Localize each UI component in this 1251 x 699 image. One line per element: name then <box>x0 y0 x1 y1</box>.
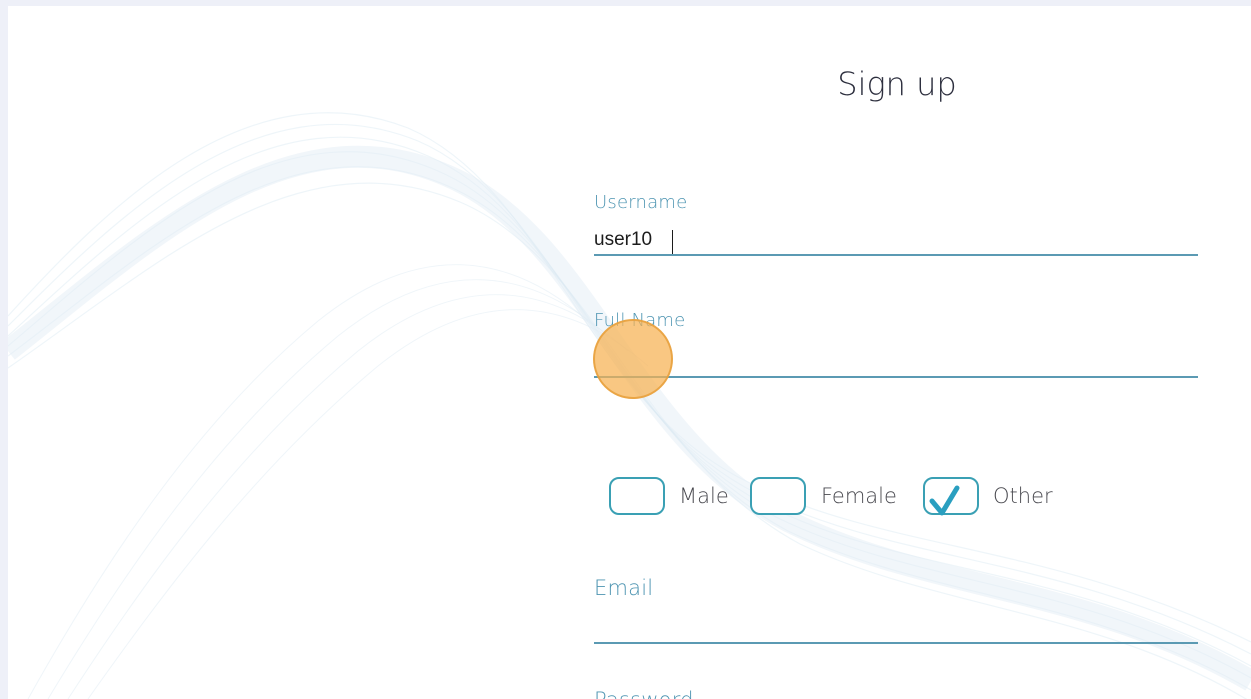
full-name-label: Full Name <box>594 310 686 331</box>
full-name-field: Full Name <box>594 310 1198 382</box>
signup-page: Sign up Username Full Name Male Female O… <box>8 6 1251 699</box>
checkmark-icon <box>929 485 960 516</box>
gender-checkbox-other[interactable] <box>923 477 979 516</box>
page-title: Sign up <box>837 65 957 103</box>
username-field: Username <box>594 192 1198 262</box>
text-caret <box>672 230 673 254</box>
email-input[interactable] <box>594 614 1198 644</box>
username-input[interactable] <box>594 226 1198 256</box>
gender-checkbox-female[interactable] <box>750 477 806 515</box>
gender-label-other: Other <box>993 484 1053 508</box>
email-label: Email <box>594 576 654 600</box>
full-name-input[interactable] <box>594 348 1198 378</box>
password-label: Password <box>594 688 694 699</box>
gender-label-female: Female <box>821 484 897 508</box>
gender-checkbox-male[interactable] <box>609 477 665 515</box>
username-label: Username <box>594 192 688 213</box>
password-field: Password <box>594 688 1198 699</box>
email-field: Email <box>594 576 1198 646</box>
gender-label-male: Male <box>679 484 729 508</box>
